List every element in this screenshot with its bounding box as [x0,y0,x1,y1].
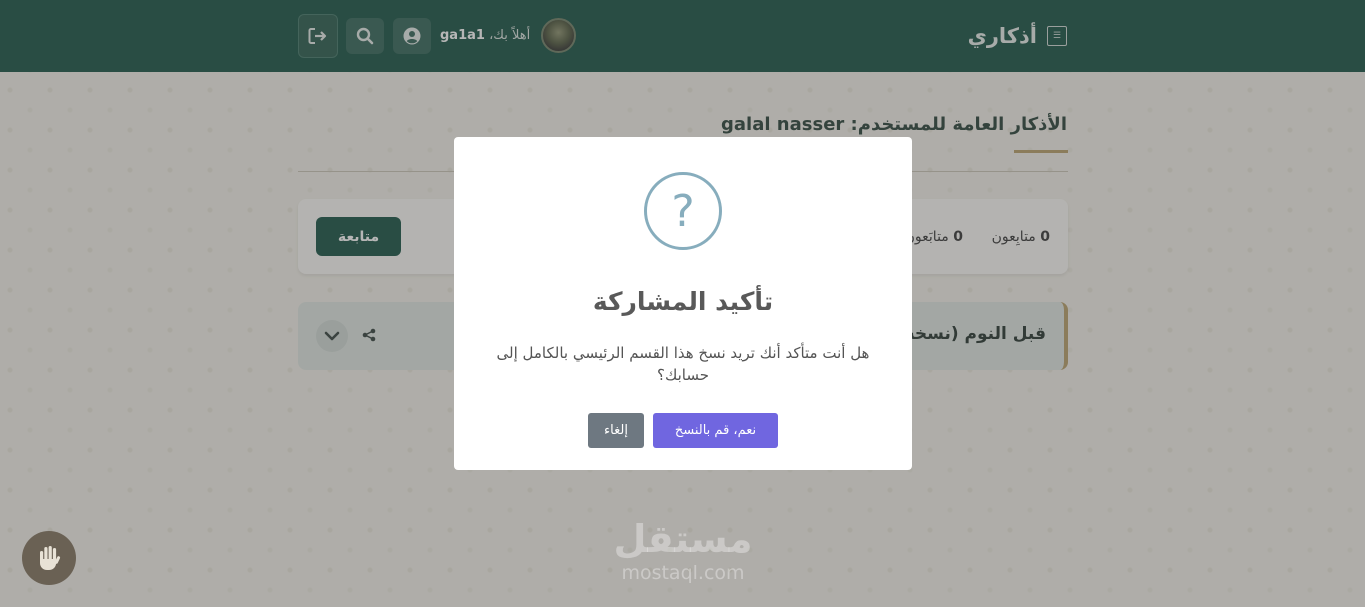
watermark: مستقل mostaql.com [600,516,766,584]
dialog-message: هل أنت متأكد أنك تريد نسخ هذا القسم الرئ… [496,344,870,384]
cancel-button[interactable]: إلغاء [588,413,644,448]
question-icon: ? [644,172,722,250]
watermark-arabic: مستقل [613,517,753,561]
confirm-copy-button[interactable]: نعم، قم بالنسخ [653,413,778,448]
hand-icon [40,546,61,570]
watermark-latin: mostaql.com [621,562,745,584]
confirm-dialog: ? تأكيد المشاركة هل أنت متأكد أنك تريد ن… [454,137,912,470]
floating-action-button[interactable] [22,531,76,585]
dialog-title: تأكيد المشاركة [592,287,774,316]
